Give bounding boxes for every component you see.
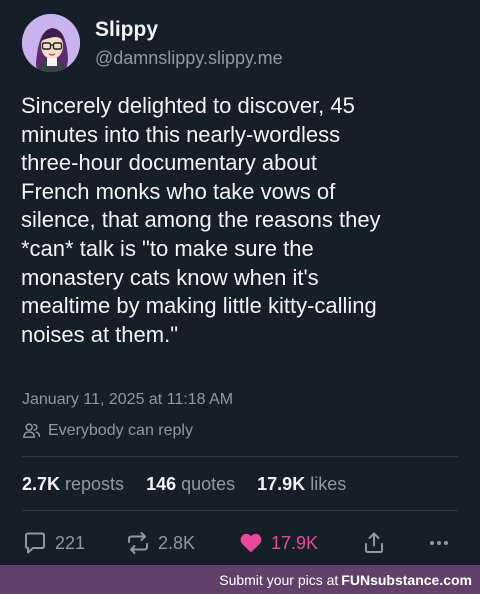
likes-label: likes xyxy=(310,474,347,494)
like-count: 17.9K xyxy=(271,532,319,553)
quotes-label: quotes xyxy=(181,474,236,494)
footer-text: Submit your pics at xyxy=(219,571,339,588)
divider xyxy=(22,510,458,511)
reply-button[interactable]: 221 xyxy=(22,528,85,558)
author-handle[interactable]: @damnslippy.slippy.me xyxy=(95,48,283,69)
watermark-footer: Submit your pics at FUNsubstance.com xyxy=(0,565,480,594)
divider xyxy=(22,456,458,457)
repost-button[interactable]: 2.8K xyxy=(125,528,195,558)
reply-icon xyxy=(25,532,45,554)
avatar-image xyxy=(22,14,80,72)
author-display-name[interactable]: Slippy xyxy=(95,18,158,42)
reply-setting: Everybody can reply xyxy=(22,421,193,440)
more-icon xyxy=(430,541,448,545)
share-icon xyxy=(365,532,383,553)
reply-setting-label: Everybody can reply xyxy=(48,421,193,439)
post-body-text: Sincerely delighted to discover, 45 minu… xyxy=(21,93,381,347)
share-button[interactable] xyxy=(361,528,387,558)
more-options-button[interactable] xyxy=(426,528,452,558)
repost-count: 2.8K xyxy=(158,532,196,553)
reply-count: 221 xyxy=(55,532,86,553)
engagement-stats: 2.7K reposts 146 quotes 17.9K likes xyxy=(22,474,346,495)
action-bar: 221 2.8K 17.9K xyxy=(22,528,458,558)
likes-stat[interactable]: 17.9K likes xyxy=(257,474,346,495)
people-icon xyxy=(22,423,41,438)
like-button[interactable]: 17.9K xyxy=(238,528,318,558)
footer-brand[interactable]: FUNsubstance.com xyxy=(341,572,472,588)
reposts-stat[interactable]: 2.7K reposts xyxy=(22,474,124,495)
reposts-label: reposts xyxy=(65,474,125,494)
reposts-count: 2.7K xyxy=(22,474,61,494)
heart-icon xyxy=(240,533,262,553)
repost-icon xyxy=(128,532,148,554)
post-timestamp[interactable]: January 11, 2025 at 11:18 AM xyxy=(22,391,233,409)
quotes-count: 146 xyxy=(146,474,177,494)
likes-count: 17.9K xyxy=(257,474,306,494)
quotes-stat[interactable]: 146 quotes xyxy=(146,474,235,495)
avatar[interactable] xyxy=(22,14,80,72)
post-card: Slippy @damnslippy.slippy.me Sincerely d… xyxy=(0,0,480,565)
